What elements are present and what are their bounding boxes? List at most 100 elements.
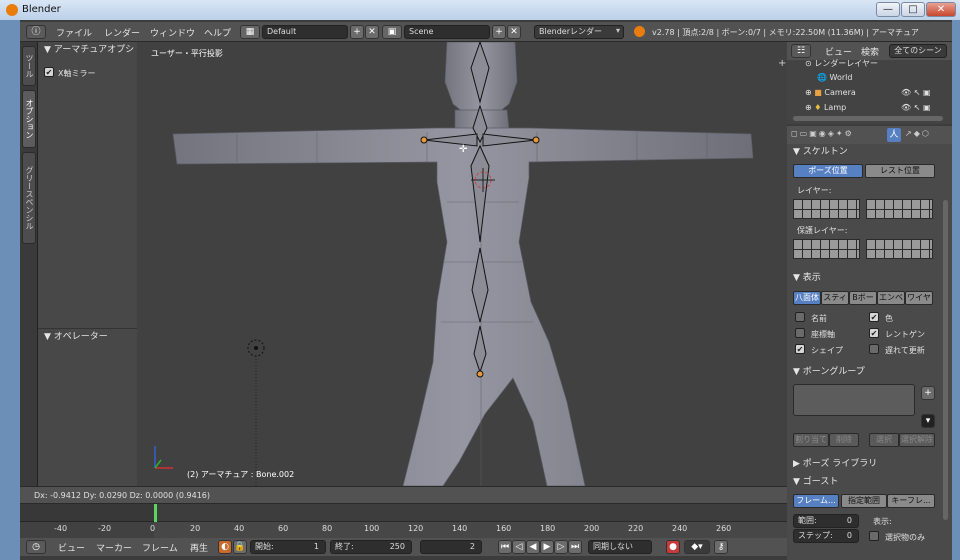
preview-range-icon[interactable]: ◐ <box>218 540 232 554</box>
timeline-tick: 40 <box>234 524 245 533</box>
display-mode-select[interactable]: 全てのシーン <box>889 44 947 58</box>
outliner-item-render-layers[interactable]: ⊙ レンダーレイヤー <box>805 58 878 69</box>
record-icon[interactable]: ● <box>666 540 680 554</box>
jump-start-icon[interactable]: ⏮ <box>498 540 512 554</box>
selected-only-checkbox[interactable] <box>869 531 879 541</box>
close-button[interactable]: ✕ <box>926 2 956 17</box>
jump-end-icon[interactable]: ⏭ <box>568 540 582 554</box>
menu-file[interactable]: ファイル <box>56 26 92 39</box>
menu-help[interactable]: ヘルプ <box>204 26 231 39</box>
protected-layers-grid[interactable] <box>793 239 860 259</box>
scene-field[interactable]: Scene <box>404 25 490 39</box>
visibility-icons[interactable]: 👁 ↖ ▣ <box>901 88 931 97</box>
ghost-step-field[interactable]: ステップ: 0 <box>793 529 859 543</box>
outliner-item-lamp[interactable]: ⊕ ♦ Lamp <box>805 103 846 112</box>
editor-type-icon[interactable]: ⓘ <box>26 25 46 39</box>
armature-data-tab-icon[interactable]: 人 <box>887 128 901 142</box>
menu-frame[interactable]: フレーム <box>142 541 178 554</box>
next-key-icon[interactable]: ▷ <box>554 540 568 554</box>
add-scene-button[interactable]: + <box>492 25 506 39</box>
x-mirror-checkbox[interactable]: ✔ <box>44 67 54 77</box>
keying-set-icon[interactable]: ◆▾ <box>684 540 710 554</box>
skeleton-panel-header[interactable]: ▼ スケルトン <box>793 144 848 157</box>
ghost-around-frame-button[interactable]: フレーム... <box>793 494 839 508</box>
minimize-button[interactable]: — <box>876 2 900 17</box>
delay-refresh-checkbox[interactable] <box>869 344 879 354</box>
tab-options[interactable]: オプション <box>22 90 36 148</box>
context-tab-icons[interactable]: ◻▭▣◉◈✦⚙ <box>791 129 854 138</box>
outliner-item-camera[interactable]: ⊕ ■ Camera <box>805 88 856 97</box>
pose-library-panel-header[interactable]: ▶ ポーズ ライブラリ <box>793 456 877 469</box>
axes-checkbox[interactable] <box>795 328 805 338</box>
properties-scrollbar[interactable] <box>943 200 948 520</box>
select-button[interactable]: 選択 <box>869 433 899 447</box>
prev-key-icon[interactable]: ◁ <box>512 540 526 554</box>
remove-button[interactable]: 削除 <box>829 433 859 447</box>
armature-options-panel-header[interactable]: ▼ アーマチュアオプシ <box>38 42 137 58</box>
context-tab-icons[interactable]: ↗◆⬡ <box>905 129 931 138</box>
layout-icon[interactable]: ▦ <box>240 25 260 39</box>
protected-layers-grid[interactable] <box>866 239 933 259</box>
bone-layers-grid[interactable] <box>793 199 860 219</box>
display-octahedral-button[interactable]: 八面体 <box>793 291 821 305</box>
bone-layers-grid[interactable] <box>866 199 933 219</box>
layout-field[interactable]: Default <box>262 25 348 39</box>
outliner-view-menu[interactable]: ビュー <box>825 45 852 58</box>
sync-select[interactable]: 同期しない <box>588 540 652 554</box>
ghost-keyframes-button[interactable]: キーフレ... <box>887 494 935 508</box>
bone-group-list[interactable] <box>793 384 915 416</box>
timeline-tick: 0 <box>150 524 156 533</box>
menu-marker[interactable]: マーカー <box>96 541 132 554</box>
ghost-range-button[interactable]: 指定範囲 <box>841 494 887 508</box>
timeline[interactable]: -40 -20 0 20 40 60 80 100 120 140 160 18… <box>20 504 787 538</box>
display-bbone-button[interactable]: Bボー <box>849 291 877 305</box>
tab-grease-pencil[interactable]: グリースペンシル <box>22 152 36 244</box>
names-checkbox[interactable] <box>795 312 805 322</box>
menu-playback[interactable]: 再生 <box>190 541 208 554</box>
outliner-item-world[interactable]: 🌐 World <box>817 73 852 82</box>
remove-scene-button[interactable]: ✕ <box>507 25 521 39</box>
menu-window[interactable]: ウィンドウ <box>150 26 195 39</box>
ghost-range-field[interactable]: 範囲: 0 <box>793 514 859 528</box>
play-icon[interactable]: ▶ <box>540 540 554 554</box>
end-frame-field[interactable]: 終了: 250 <box>330 540 412 554</box>
current-frame-field[interactable]: 2 <box>420 540 482 554</box>
operator-panel-header[interactable]: ▼ オペレーター <box>38 328 137 344</box>
menu-view[interactable]: ビュー <box>58 541 85 554</box>
display-panel-header[interactable]: ▼ 表示 <box>793 270 821 283</box>
current-frame-marker[interactable] <box>154 504 157 522</box>
xray-checkbox[interactable]: ✔ <box>869 328 879 338</box>
scene-icon[interactable]: ▣ <box>382 25 402 39</box>
colors-checkbox[interactable]: ✔ <box>869 312 879 322</box>
assign-button[interactable]: 割り当て <box>793 433 829 447</box>
outliner-scrollbar[interactable] <box>793 116 943 121</box>
rest-position-button[interactable]: レスト位置 <box>865 164 935 178</box>
play-reverse-icon[interactable]: ◀ <box>526 540 540 554</box>
ghost-panel-header[interactable]: ▼ ゴースト <box>793 474 838 487</box>
clock-icon[interactable]: ◷ <box>26 540 46 554</box>
armature-options-label: アーマチュアオプシ <box>53 45 135 55</box>
remove-layout-button[interactable]: ✕ <box>365 25 379 39</box>
bone-groups-panel-header[interactable]: ▼ ボーングループ <box>793 364 865 377</box>
add-layout-button[interactable]: + <box>350 25 364 39</box>
group-menu-button[interactable]: ▾ <box>921 414 935 428</box>
shapes-checkbox[interactable]: ✔ <box>795 344 805 354</box>
display-stick-button[interactable]: スティ <box>821 291 849 305</box>
lock-icon[interactable]: 🔒 <box>233 540 247 554</box>
outliner-editor-icon[interactable]: ☷ <box>791 44 811 58</box>
pose-position-button[interactable]: ポーズ位置 <box>793 164 863 178</box>
display-envelope-button[interactable]: エンベ <box>877 291 905 305</box>
maximize-button[interactable]: □ <box>901 2 925 17</box>
visibility-icons[interactable]: 👁 ↖ ▣ <box>901 103 931 112</box>
render-engine-select[interactable]: Blenderレンダー <box>534 25 624 39</box>
start-frame-field[interactable]: 開始: 1 <box>250 540 326 554</box>
tool-shelf: ▼ アーマチュアオプシ ✔ X軸ミラー ▼ オペレーター <box>38 42 137 486</box>
deselect-button[interactable]: 選択解除 <box>899 433 935 447</box>
tab-tools[interactable]: ツール <box>22 46 36 86</box>
menu-render[interactable]: レンダー <box>104 26 140 39</box>
key-icon[interactable]: ⚷ <box>714 540 728 554</box>
3d-viewport[interactable]: ✛ + ユーザー・平行投影 (2) アーマチュア : Bone.002 <box>137 42 787 486</box>
add-group-button[interactable]: + <box>921 386 935 400</box>
display-wire-button[interactable]: ワイヤ <box>905 291 933 305</box>
outliner-search-menu[interactable]: 検索 <box>861 45 879 58</box>
